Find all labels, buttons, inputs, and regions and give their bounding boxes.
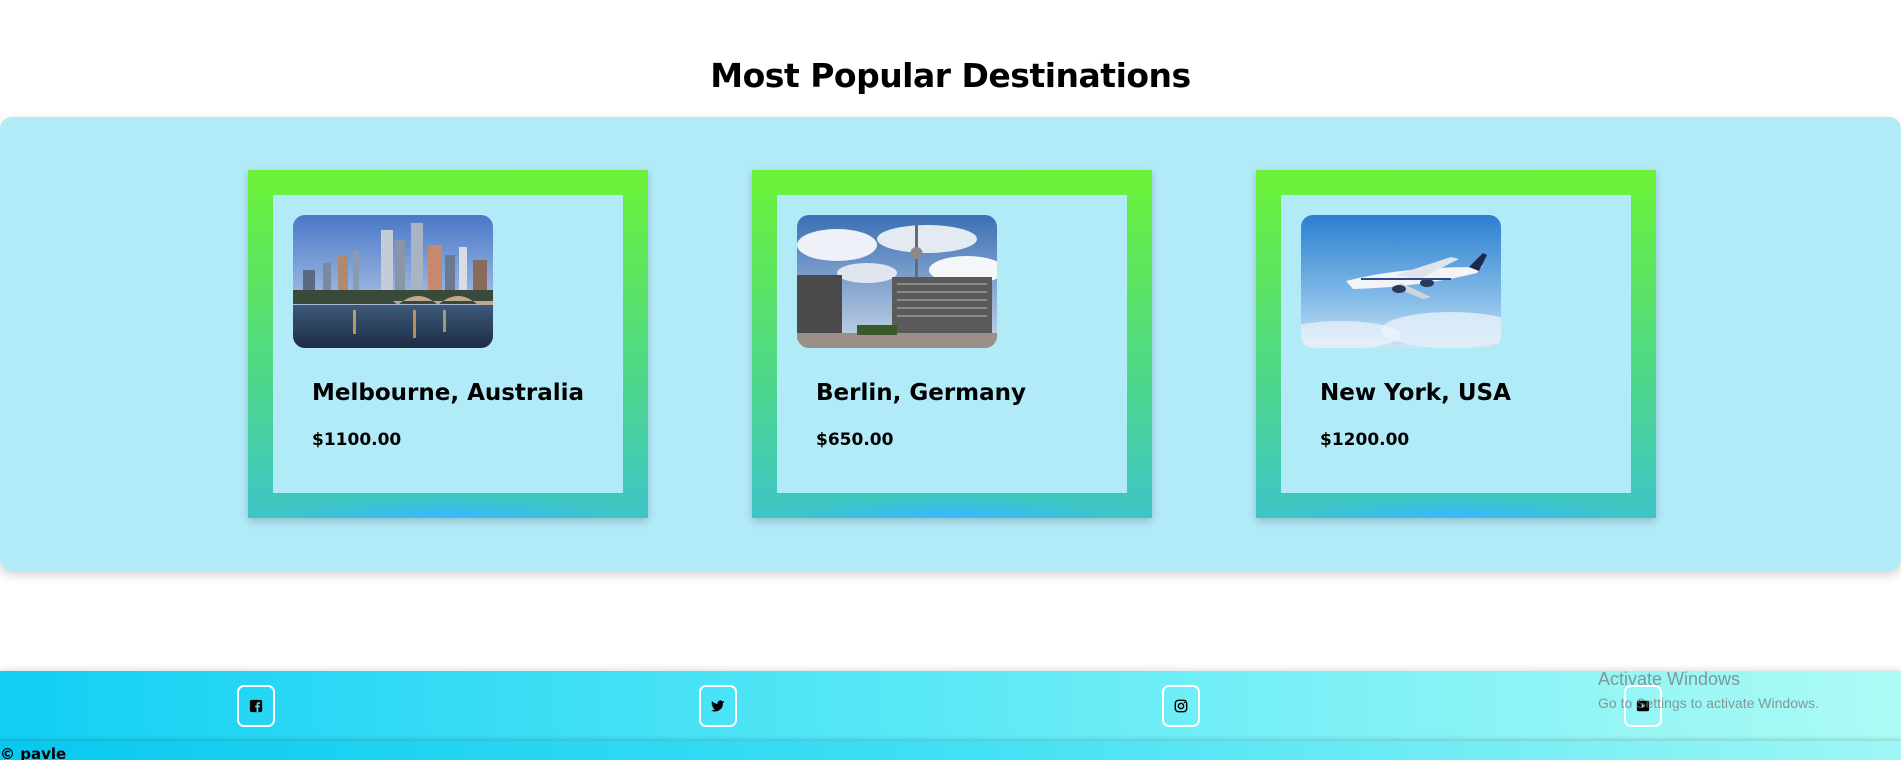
footer-bottom-bar [0, 741, 1901, 760]
destination-image-berlin [797, 215, 997, 348]
facebook-icon[interactable] [237, 685, 275, 727]
destination-price: $1200.00 [1320, 430, 1410, 450]
card-content: Melbourne, Australia $1100.00 [273, 195, 623, 493]
destination-card-new-york[interactable]: New York, USA $1200.00 [1256, 170, 1656, 518]
destination-name: Berlin, Germany [816, 380, 1027, 406]
destination-card-berlin[interactable]: Berlin, Germany $650.00 [752, 170, 1152, 518]
destination-price: $650.00 [816, 430, 894, 450]
destination-card-melbourne[interactable]: Melbourne, Australia $1100.00 [248, 170, 648, 518]
instagram-icon[interactable] [1162, 685, 1200, 727]
destination-name: Melbourne, Australia [312, 380, 585, 406]
watermark-subtitle: Go to Settings to activate Windows. [1598, 695, 1819, 711]
copyright-text: © pavle [0, 745, 67, 760]
page: Most Popular Destinations Melbourne, Aus… [0, 0, 1901, 760]
section-title: Most Popular Destinations [710, 56, 1191, 95]
card-content: New York, USA $1200.00 [1281, 195, 1631, 493]
destination-name: New York, USA [1320, 380, 1511, 406]
card-content: Berlin, Germany $650.00 [777, 195, 1127, 493]
destination-image-new-york [1301, 215, 1501, 348]
watermark-title: Activate Windows [1598, 669, 1741, 689]
twitter-icon[interactable] [699, 685, 737, 727]
destination-image-melbourne [293, 215, 493, 348]
windows-activation-watermark: Activate Windows Go to Settings to activ… [1598, 669, 1819, 711]
destination-price: $1100.00 [312, 430, 402, 450]
